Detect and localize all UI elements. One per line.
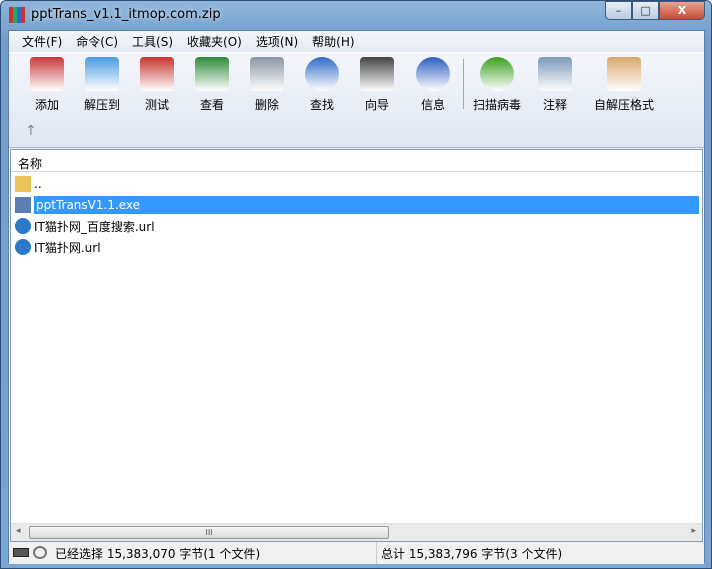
toolbar-button-8[interactable]: 扫描病毒 [469, 57, 525, 113]
add-archive-icon [30, 57, 64, 91]
client-area: 文件(F) 命令(C) 工具(S) 收藏夹(O) 选项(N) 帮助(H) ↑ 添… [8, 30, 705, 564]
toolbar-label: 查找 [309, 98, 334, 112]
toolbar-label: 注释 [542, 98, 567, 112]
menu-favorites[interactable]: 收藏夹(O) [180, 33, 249, 50]
info-icon [416, 57, 450, 91]
toolbar-button-7[interactable]: 信息 [405, 57, 461, 113]
toolbar-label: 信息 [420, 98, 445, 112]
folder-up-icon [15, 176, 31, 192]
toolbar-button-5[interactable]: 查找 [294, 57, 350, 113]
list-item[interactable]: IT猫扑网.url [15, 237, 699, 257]
toolbar-label: 测试 [144, 98, 169, 112]
list-item[interactable]: pptTransV1.1.exe [15, 195, 699, 215]
menu-commands[interactable]: 命令(C) [69, 33, 125, 50]
file-name: IT猫扑网.url [34, 240, 101, 255]
file-name: IT猫扑网_百度搜索.url [34, 219, 155, 234]
menu-bar: 文件(F) 命令(C) 工具(S) 收藏夹(O) 选项(N) 帮助(H) [9, 31, 704, 52]
magnifier-icon [305, 57, 339, 91]
url-globe-icon [15, 218, 31, 234]
file-list: 名称 .. pptTransV1.1.exe IT猫扑网_百度搜索.url IT猫扑网… [10, 149, 703, 542]
file-name: pptTransV1.1.exe [34, 196, 699, 214]
minimize-button[interactable]: – [605, 1, 632, 20]
scroll-left-arrow[interactable]: ◂ [16, 526, 21, 536]
toolbar-button-9[interactable]: 注释 [527, 57, 583, 113]
toolbar-button-10[interactable]: 自解压格式 [589, 57, 659, 113]
list-item[interactable]: .. [15, 174, 699, 194]
scroll-right-arrow[interactable]: ▸ [691, 526, 696, 536]
extract-folder-icon [85, 57, 119, 91]
toolbar-label: 查看 [199, 98, 224, 112]
maximize-button[interactable]: □ [632, 1, 659, 20]
toolbar: ↑ 添加 解压到 测试 查看 删除 查找 向导 信息 扫描病毒 注释 自解压格式 [9, 52, 704, 148]
toolbar-button-4[interactable]: 删除 [239, 57, 295, 113]
title-bar[interactable]: pptTrans_v1.1_itmop.com.zip – □ X [1, 1, 711, 29]
toolbar-button-1[interactable]: 解压到 [74, 57, 130, 113]
wizard-wand-icon [360, 57, 394, 91]
menu-help[interactable]: 帮助(H) [305, 33, 361, 50]
menu-options[interactable]: 选项(N) [249, 33, 305, 50]
up-arrow-icon[interactable]: ↑ [25, 123, 37, 139]
column-header-name[interactable]: 名称 [11, 150, 702, 172]
toolbar-label: 自解压格式 [593, 98, 654, 112]
menu-file[interactable]: 文件(F) [15, 33, 69, 50]
winrar-window: pptTrans_v1.1_itmop.com.zip – □ X 文件(F) … [0, 0, 712, 569]
toolbar-label: 扫描病毒 [472, 98, 521, 112]
window-title: pptTrans_v1.1_itmop.com.zip [31, 7, 221, 22]
virus-scan-icon [480, 57, 514, 91]
list-item[interactable]: IT猫扑网_百度搜索.url [15, 216, 699, 236]
horizontal-scrollbar[interactable]: ◂ III ▸ [11, 523, 702, 541]
toolbar-button-6[interactable]: 向导 [349, 57, 405, 113]
toolbar-button-3[interactable]: 查看 [184, 57, 240, 113]
url-globe-icon [15, 239, 31, 255]
sfx-box-icon [607, 57, 641, 91]
toolbar-label: 删除 [254, 98, 279, 112]
drive-icon[interactable] [13, 548, 29, 557]
status-bar: 已经选择 15,383,070 字节(1 个文件) 总计 15,383,796 … [9, 542, 704, 564]
winrar-app-icon [9, 7, 25, 23]
comment-icon [538, 57, 572, 91]
status-total: 总计 15,383,796 字节(3 个文件) [381, 546, 563, 561]
scroll-thumb[interactable]: III [29, 526, 389, 539]
toolbar-label: 添加 [34, 98, 59, 112]
key-icon[interactable] [33, 546, 47, 559]
menu-tools[interactable]: 工具(S) [125, 33, 180, 50]
exe-icon [15, 197, 31, 213]
test-clipboard-icon [140, 57, 174, 91]
toolbar-label: 解压到 [83, 98, 120, 112]
file-name: .. [34, 177, 42, 191]
toolbar-label: 向导 [364, 98, 389, 112]
trash-icon [250, 57, 284, 91]
toolbar-button-2[interactable]: 测试 [129, 57, 185, 113]
toolbar-separator [463, 59, 464, 109]
status-selected: 已经选择 15,383,070 字节(1 个文件) [55, 546, 261, 561]
toolbar-button-0[interactable]: 添加 [19, 57, 75, 113]
close-button[interactable]: X [659, 1, 705, 20]
view-book-icon [195, 57, 229, 91]
